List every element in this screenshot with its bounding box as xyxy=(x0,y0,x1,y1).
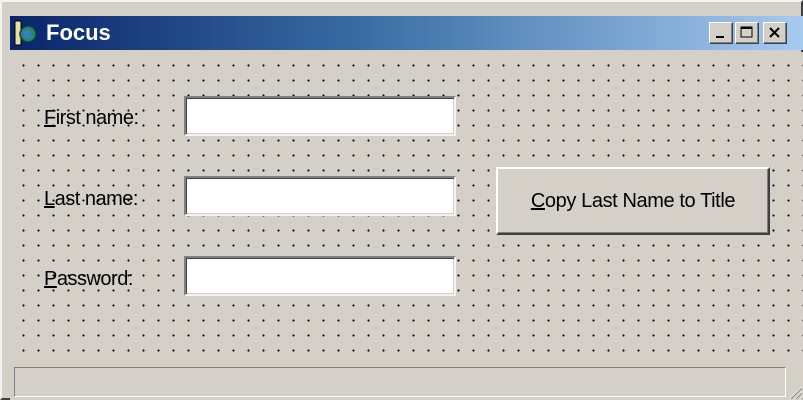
title-bar[interactable]: Focus xyxy=(10,16,803,50)
copy-last-name-button[interactable]: Copy Last Name to Title xyxy=(496,167,770,235)
last-name-field[interactable] xyxy=(184,176,456,216)
form-area: First name: Last name: Password: Copy La… xyxy=(10,52,803,364)
first-name-input[interactable] xyxy=(186,98,454,134)
resize-grip-icon[interactable] xyxy=(785,382,803,400)
close-button[interactable] xyxy=(763,22,787,44)
last-name-label: Last name: xyxy=(44,188,138,210)
status-bar xyxy=(10,364,803,400)
minimize-button[interactable] xyxy=(709,22,733,44)
password-field[interactable] xyxy=(184,256,456,296)
first-name-label: First name: xyxy=(44,107,139,129)
password-input[interactable] xyxy=(186,258,454,294)
window-title: Focus xyxy=(46,20,111,45)
minimize-icon xyxy=(716,36,724,38)
close-icon xyxy=(769,27,780,38)
maximize-button[interactable] xyxy=(735,22,759,44)
maximize-icon xyxy=(740,26,753,38)
last-name-input[interactable] xyxy=(186,178,454,214)
password-label: Password: xyxy=(44,268,133,290)
first-name-field[interactable] xyxy=(184,96,456,136)
app-icon[interactable] xyxy=(14,20,38,46)
status-panel xyxy=(14,367,786,397)
window: Focus First name: Last name: Password: C… xyxy=(0,0,803,400)
